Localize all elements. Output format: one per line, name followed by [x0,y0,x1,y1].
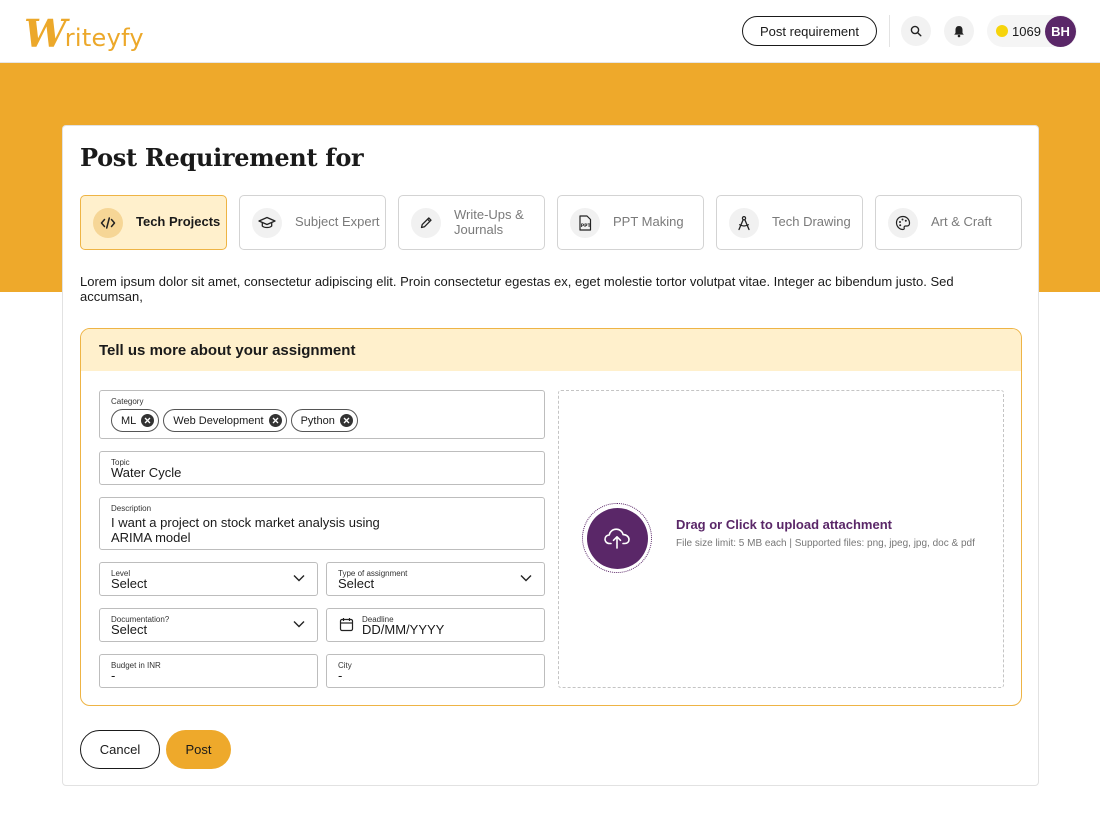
svg-text:PPT: PPT [581,222,592,228]
description-label: Description [111,504,152,513]
upload-button[interactable] [582,503,652,573]
palette-icon [888,207,918,238]
tab-label: PPT Making [613,214,684,230]
chip-label: Web Development [173,414,264,427]
tab-label: Subject Expert [295,214,380,230]
tab-label: Art & Craft [931,214,992,230]
remove-chip-icon[interactable] [339,414,353,427]
notifications-button[interactable] [944,16,974,46]
description-field[interactable]: Description I want a project on stock ma… [99,497,545,550]
assignment-form-panel: Tell us more about your assignment Categ… [80,328,1022,706]
remove-chip-icon[interactable] [268,414,282,427]
post-button[interactable]: Post [166,730,231,769]
deadline-field[interactable]: Deadline DD/MM/YYYY [326,608,545,642]
city-field[interactable]: City - [326,654,545,688]
budget-label: Budget in INR [111,661,161,670]
code-icon [93,207,123,238]
category-field[interactable]: Category ML Web Development Python [99,390,545,439]
ppt-icon: PPT [570,207,600,238]
level-select[interactable]: Level Select [99,562,318,596]
upload-subtitle: File size limit: 5 MB each | Supported f… [676,538,975,549]
cloud-upload-icon [604,528,630,549]
upload-circle [586,507,648,569]
top-header: W riteyfy Post requirement 1069 BH [0,0,1100,63]
tab-write-ups-journals[interactable]: Write-Ups & Journals [398,195,545,250]
assignment-type-select[interactable]: Type of assignment Select [326,562,545,596]
upload-title: Drag or Click to upload attachment [676,517,892,532]
search-icon [910,25,922,37]
budget-field[interactable]: Budget in INR - [99,654,318,688]
pencil-icon [411,207,441,238]
requirement-type-tabs: Tech Projects Subject Expert Write-Ups &… [80,195,1022,250]
chevron-down-icon [520,575,532,582]
calendar-icon [339,618,354,632]
tab-ppt-making[interactable]: PPT PPT Making [557,195,704,250]
user-avatar[interactable]: BH [1045,16,1076,47]
chevron-down-icon [293,621,305,628]
search-button[interactable] [901,16,931,46]
compass-icon [729,207,759,238]
post-requirement-card: Post Requirement for Tech Projects Subje… [62,125,1039,786]
tab-label: Tech Projects [136,214,221,230]
tab-label: Write-Ups & Journals [454,207,524,237]
description-line-1: I want a project on stock market analysi… [111,515,380,530]
documentation-value: Select [111,622,148,637]
tab-tech-projects[interactable]: Tech Projects [80,195,227,250]
chip-ml: ML [111,409,160,432]
cancel-button[interactable]: Cancel [80,730,160,769]
logo-text: riteyfy [64,24,144,52]
budget-value: - [111,668,116,683]
documentation-select[interactable]: Documentation? Select [99,608,318,642]
tab-label: Tech Drawing [772,214,851,230]
tab-tech-drawing[interactable]: Tech Drawing [716,195,863,250]
topic-field[interactable]: Topic Water Cycle [99,451,545,485]
coin-icon [996,25,1008,37]
remove-chip-icon[interactable] [141,414,155,427]
deadline-value: DD/MM/YYYY [362,622,445,637]
chevron-down-icon [293,575,305,582]
topic-value: Water Cycle [111,465,182,480]
graduation-cap-icon [252,207,282,238]
level-value: Select [111,576,148,591]
page-title: Post Requirement for [80,143,364,172]
chip-python: Python [290,409,358,432]
bell-icon [954,25,964,37]
header-divider [889,15,890,47]
tab-subject-expert[interactable]: Subject Expert [239,195,386,250]
city-value: - [338,668,343,683]
chip-label: ML [121,414,137,427]
form-heading: Tell us more about your assignment [81,329,1021,371]
intro-text: Lorem ipsum dolor sit amet, consectetur … [80,274,954,304]
assignment-type-value: Select [338,576,375,591]
attachment-dropzone[interactable]: Drag or Click to upload attachment File … [558,390,1004,688]
category-label: Category [111,397,144,406]
description-line-2: ARIMA model [111,530,191,545]
tab-art-craft[interactable]: Art & Craft [875,195,1022,250]
chip-label: Python [300,414,335,427]
logo-mark: W [24,11,67,56]
writeyfy-logo[interactable]: W riteyfy [24,10,144,56]
post-requirement-button[interactable]: Post requirement [742,16,877,46]
category-chips: ML Web Development Python [111,409,358,432]
coin-count: 1069 [1012,23,1041,39]
chip-web-development: Web Development [163,409,287,432]
